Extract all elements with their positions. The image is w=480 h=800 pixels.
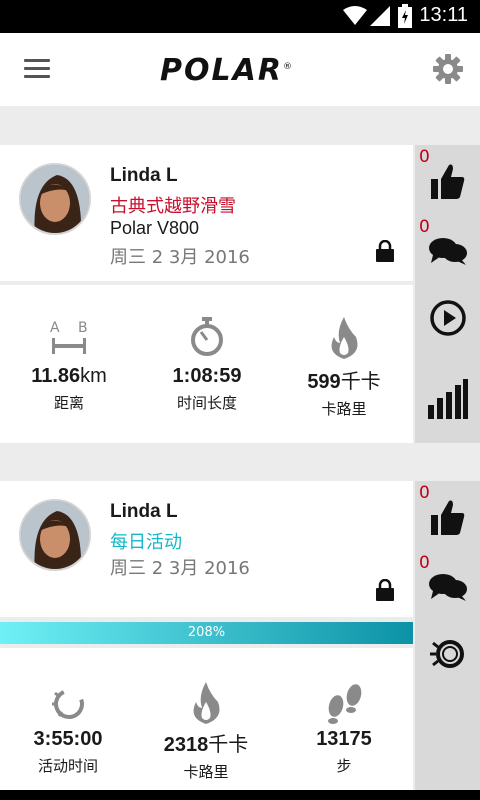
like-count: 0 [419, 483, 430, 503]
stat-value: 2318 [163, 734, 209, 756]
session-date: 周三 2 3月 2016 [110, 247, 250, 268]
like-count: 0 [419, 147, 430, 167]
stat-label: 步 [336, 757, 352, 775]
clock: 13:11 [419, 4, 468, 26]
user-name[interactable]: Linda L [110, 165, 178, 187]
stat-unit: 千卡 [340, 371, 381, 393]
comments-icon [428, 238, 467, 265]
polar-logo: POLAR® [160, 53, 294, 88]
stat-label: 卡路里 [183, 763, 229, 781]
svg-text:A: A [50, 320, 60, 336]
comment-button[interactable]: 0 [415, 215, 480, 281]
stat-duration: 1:08:59 时间长度 [147, 365, 267, 413]
play-route-button[interactable] [415, 285, 480, 351]
settings-icon[interactable] [432, 53, 464, 85]
stat-label: 时间长度 [176, 394, 237, 412]
stat-label: 距离 [53, 394, 84, 412]
card-side-actions: 0 0 [415, 145, 480, 443]
status-bar: 13:11 [0, 0, 480, 33]
footsteps-icon [328, 684, 362, 724]
stat-value: 11.86 [31, 365, 81, 387]
menu-icon[interactable] [24, 59, 50, 79]
avatar[interactable] [19, 499, 91, 571]
card-side-actions: 0 0 [415, 481, 480, 790]
user-name[interactable]: Linda L [110, 501, 178, 523]
stat-distance: 11.86km 距离 [9, 365, 129, 413]
sport-name: 古典式越野滑雪 [110, 196, 236, 217]
activity-ring-icon [52, 689, 84, 719]
flame-icon [193, 682, 220, 724]
stat-calories: 2318千卡 卡路里 [146, 728, 266, 782]
session-date: 周三 2 3月 2016 [110, 558, 250, 579]
avatar[interactable] [19, 163, 91, 235]
activity-details-button[interactable] [415, 621, 480, 687]
stat-unit: km [80, 365, 107, 387]
training-header[interactable]: Linda L 古典式越野滑雪 Polar V800 周三 2 3月 2016 [0, 145, 413, 281]
daily-activity-stats[interactable]: 3:55:00 活动时间 2318千卡 卡路里 13175 步 [0, 648, 413, 790]
activity-goal-progress-bar: 208% [0, 622, 413, 644]
stat-active-time: 3:55:00 活动时间 [8, 728, 128, 776]
svg-text:B: B [78, 320, 88, 336]
bar-chart-icon [427, 379, 468, 419]
battery-icon [398, 4, 412, 28]
signal-icon [370, 6, 390, 26]
activity-type: 每日活动 [110, 532, 182, 553]
stat-unit: 千卡 [208, 734, 249, 756]
stat-steps: 13175 步 [284, 728, 404, 776]
avatar-image [21, 165, 89, 233]
stat-value: 13175 [316, 728, 372, 750]
avatar-image [21, 501, 89, 569]
comment-button[interactable]: 0 [415, 551, 480, 617]
distance-icon: A B [50, 320, 88, 354]
flame-icon [331, 317, 358, 359]
analysis-button[interactable] [415, 355, 480, 443]
app-bar: POLAR® [0, 33, 480, 106]
stat-value: 3:55:00 [33, 728, 103, 750]
stat-label: 卡路里 [321, 400, 367, 418]
device-name: Polar V800 [110, 218, 200, 238]
stat-calories: 599千卡 卡路里 [284, 365, 404, 419]
like-button[interactable]: 0 [415, 481, 480, 547]
stat-label: 活动时间 [37, 757, 98, 775]
comment-count: 0 [419, 217, 430, 237]
comments-icon [428, 574, 467, 601]
like-button[interactable]: 0 [415, 145, 480, 211]
daily-activity-header[interactable]: Linda L 每日活动 周三 2 3月 2016 [0, 481, 413, 617]
play-icon [429, 300, 466, 336]
comment-count: 0 [419, 553, 430, 573]
thumbs-up-icon [430, 500, 464, 535]
lock-icon [376, 240, 394, 262]
wifi-icon [343, 6, 367, 25]
training-stats[interactable]: A B 11.86km 距离 1:08:59 时间长度 599千卡 卡路里 [0, 285, 413, 443]
stopwatch-icon [191, 317, 223, 356]
stat-value: 1:08:59 [172, 365, 242, 387]
activity-ring-icon [429, 640, 464, 668]
lock-icon [376, 579, 394, 601]
progress-label: 208% [187, 625, 226, 640]
thumbs-up-icon [430, 164, 464, 199]
navigation-bar [0, 790, 480, 800]
stat-value: 599 [307, 371, 341, 393]
